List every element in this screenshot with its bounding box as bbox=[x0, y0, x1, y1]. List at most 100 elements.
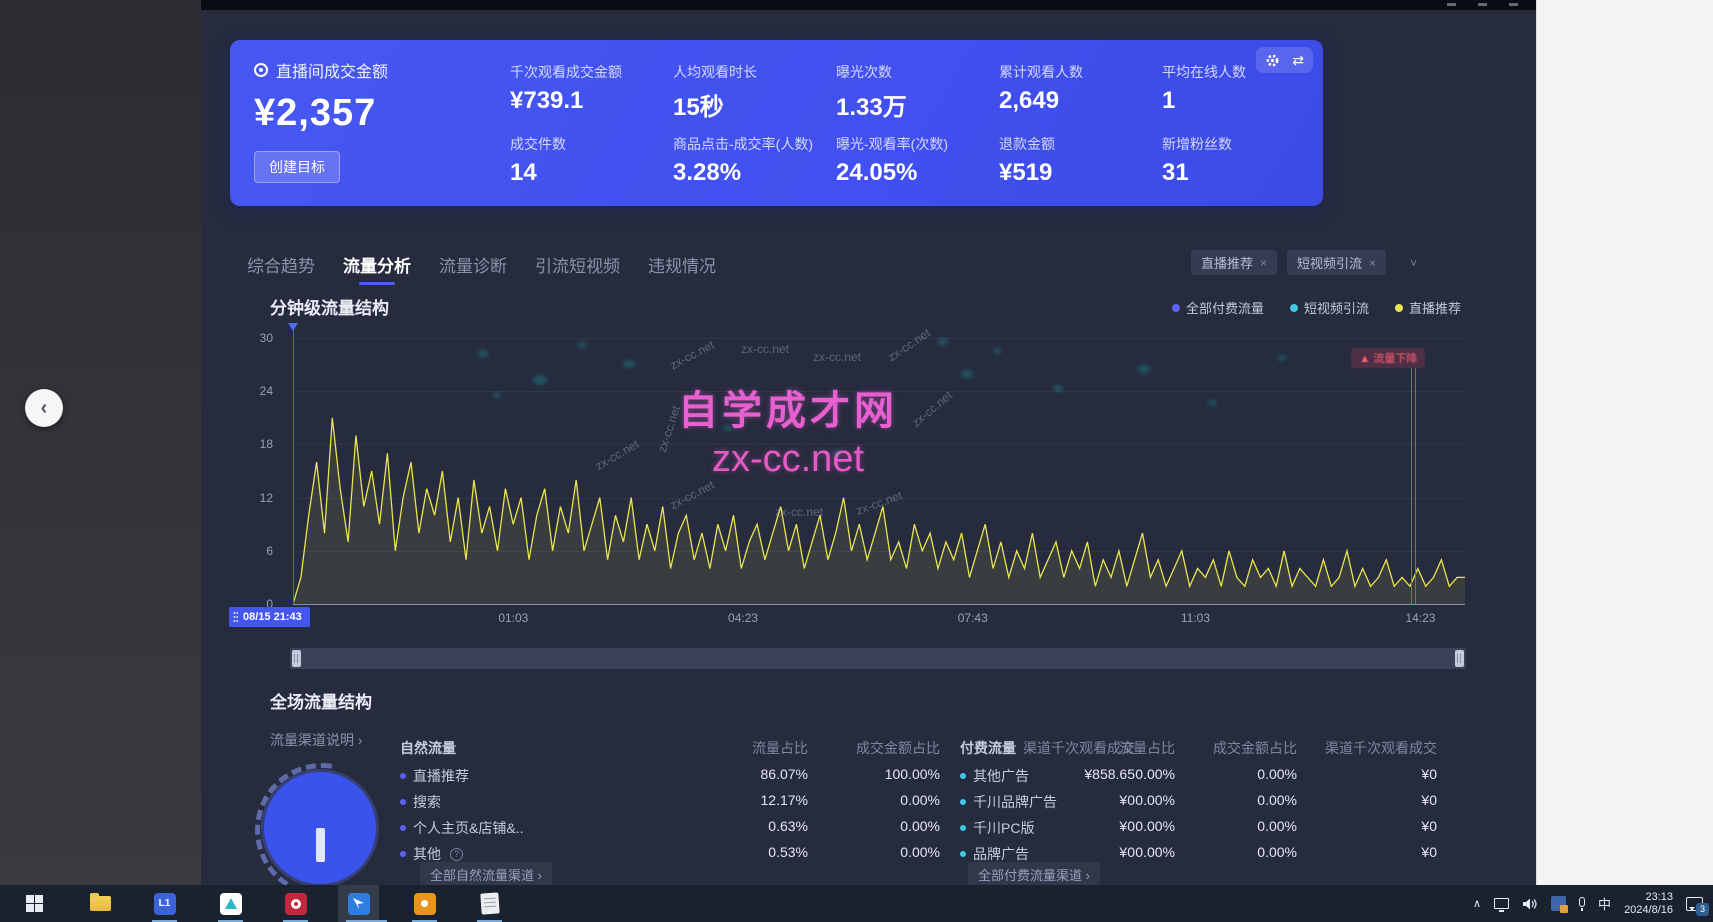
row-name: 其他? bbox=[400, 844, 463, 864]
start-button[interactable] bbox=[22, 891, 47, 916]
traffic-section-title: 全场流量结构 bbox=[270, 688, 372, 713]
x-tick-label: 14:23 bbox=[1405, 611, 1435, 625]
video-artifact bbox=[623, 360, 635, 368]
metric-cell: 新增粉丝数 31 bbox=[1162, 134, 1322, 187]
taskbar-app-red[interactable] bbox=[283, 891, 308, 916]
video-artifact bbox=[938, 338, 948, 345]
remove-tag-icon[interactable]: × bbox=[1260, 256, 1267, 270]
all-channels-link[interactable]: 全部自然流量渠道 › bbox=[420, 862, 552, 885]
table-row[interactable]: 个人主页&店铺&..0.63%0.00%¥0 bbox=[400, 818, 945, 838]
metric-label: 曝光次数 bbox=[836, 62, 996, 82]
taskbar-app-pointer[interactable] bbox=[346, 891, 371, 916]
metric-value: 31 bbox=[1162, 159, 1322, 187]
red-ring-app-icon bbox=[285, 893, 307, 915]
tab-流量分析[interactable]: 流量分析 bbox=[343, 252, 411, 285]
tray-expand-icon[interactable]: ∧ bbox=[1473, 897, 1481, 910]
network-icon[interactable] bbox=[1494, 898, 1509, 909]
chart-start-marker bbox=[293, 330, 294, 604]
y-tick-label: 24 bbox=[260, 384, 273, 398]
taskbar-app-orange[interactable] bbox=[412, 891, 437, 916]
system-tray: ∧ 中 23:13 2024/8/16 3 bbox=[1473, 885, 1713, 922]
metrics-summary-card: ⇄ 直播间成交金额 ¥2,357 创建目标 千次观看成交金额¥739.1人均观看… bbox=[230, 40, 1323, 206]
table-row[interactable]: 千川品牌广告0.00%0.00%¥0 bbox=[960, 792, 1450, 812]
legend-item[interactable]: 直播推荐 bbox=[1395, 298, 1461, 317]
metric-label: 千次观看成交金额 bbox=[510, 62, 670, 82]
tab-违规情况[interactable]: 违规情况 bbox=[648, 252, 716, 285]
window-titlebar bbox=[201, 0, 1536, 10]
metric-label: 商品点击-成交率(人数) bbox=[673, 134, 833, 154]
natural-traffic-table: 自然流量流量占比成交金额占比渠道千次观看成交直播推荐86.07%100.00%¥… bbox=[400, 730, 945, 882]
table-row[interactable]: 千川PC版0.00%0.00%¥0 bbox=[960, 818, 1450, 838]
table-row[interactable]: 其他?0.53%0.00%¥0 bbox=[400, 844, 945, 864]
create-goal-button[interactable]: 创建目标 bbox=[254, 151, 340, 183]
chart-start-time-tag[interactable]: 08/15 21:43 bbox=[229, 607, 310, 627]
minimize-icon[interactable] bbox=[1447, 3, 1456, 6]
y-tick-label: 12 bbox=[260, 491, 273, 505]
legend-item[interactable]: 全部付费流量 bbox=[1172, 298, 1264, 317]
metric-label: 新增粉丝数 bbox=[1162, 134, 1322, 154]
cell-value: 0.00% bbox=[770, 792, 940, 808]
video-artifact bbox=[478, 350, 488, 357]
all-channels-link[interactable]: 全部付费流量渠道 › bbox=[968, 862, 1100, 885]
traffic-minute-chart[interactable]: ▲ 流量下降自学成才网zx-cc.netzx-cc.netzx-cc.netzx… bbox=[293, 330, 1465, 606]
windows-taskbar: L1 ∧ 中 23:13 2024/8/16 3 bbox=[0, 885, 1713, 922]
taskbar-file-explorer[interactable] bbox=[88, 891, 113, 916]
table-header-row: 付费流量流量占比成交金额占比渠道千次观看成交 bbox=[960, 738, 1450, 758]
taskbar-clock[interactable]: 23:13 2024/8/16 bbox=[1624, 891, 1673, 917]
volume-icon[interactable] bbox=[1522, 897, 1538, 911]
table-row[interactable]: 品牌广告0.00%0.00%¥0 bbox=[960, 844, 1450, 864]
video-artifact bbox=[1208, 400, 1217, 406]
microphone-icon[interactable] bbox=[1579, 897, 1585, 907]
slider-right-handle[interactable] bbox=[1455, 650, 1464, 667]
tab-流量诊断[interactable]: 流量诊断 bbox=[439, 252, 507, 285]
taskbar-app-l1[interactable]: L1 bbox=[152, 891, 177, 916]
target-icon bbox=[254, 63, 268, 77]
remove-tag-icon[interactable]: × bbox=[1369, 256, 1376, 270]
right-side-panel bbox=[1536, 0, 1713, 885]
metric-label: 成交件数 bbox=[510, 134, 670, 154]
slider-left-handle[interactable] bbox=[292, 650, 301, 667]
tab-引流短视频[interactable]: 引流短视频 bbox=[535, 252, 620, 285]
filter-tag[interactable]: 直播推荐× bbox=[1191, 250, 1277, 275]
channel-help-link[interactable]: 流量渠道说明 › bbox=[270, 730, 363, 750]
tab-综合趋势[interactable]: 综合趋势 bbox=[247, 252, 315, 285]
metric-label: 累计观看人数 bbox=[999, 62, 1159, 82]
tray-app-icon[interactable] bbox=[1551, 896, 1566, 911]
table-row[interactable]: 搜索12.17%0.00%¥0 bbox=[400, 792, 945, 812]
window-controls[interactable] bbox=[1447, 3, 1518, 6]
channel-dot bbox=[400, 773, 406, 779]
traffic-donut-chart[interactable] bbox=[264, 772, 376, 884]
metric-value: ¥519 bbox=[999, 159, 1159, 187]
teal-app-icon bbox=[220, 893, 242, 915]
metric-cell: 曝光-观看率(次数)24.05% bbox=[836, 134, 996, 187]
column-header: 成交金额占比 bbox=[770, 738, 940, 758]
annotation-lines bbox=[1411, 368, 1417, 604]
row-name: 直播推荐 bbox=[400, 766, 469, 786]
close-icon[interactable] bbox=[1509, 3, 1518, 6]
channel-dot bbox=[960, 825, 966, 831]
chart-section-title: 分钟级流量结构 bbox=[270, 294, 389, 319]
maximize-icon[interactable] bbox=[1478, 3, 1487, 6]
table-row[interactable]: 直播推荐86.07%100.00%¥858.65 bbox=[400, 766, 945, 786]
primary-metric-value: ¥2,357 bbox=[254, 92, 504, 135]
filter-tag[interactable]: 短视频引流× bbox=[1287, 250, 1386, 275]
ime-indicator[interactable]: 中 bbox=[1598, 894, 1611, 913]
back-button[interactable]: ‹ bbox=[25, 389, 63, 427]
chevron-down-icon[interactable]: ˅ bbox=[1410, 256, 1417, 270]
taskbar-app-notepad[interactable] bbox=[477, 891, 502, 916]
metric-cell: 累计观看人数2,649 bbox=[999, 62, 1159, 115]
channel-dot bbox=[400, 825, 406, 831]
notification-center-icon[interactable]: 3 bbox=[1686, 897, 1703, 911]
table-row[interactable]: 其他广告0.00%0.00%¥0 bbox=[960, 766, 1450, 786]
taskbar-app-teal[interactable] bbox=[218, 891, 243, 916]
annotation-badge[interactable]: ▲ 流量下降 bbox=[1351, 348, 1425, 368]
channel-dot bbox=[960, 773, 966, 779]
screen: ‹ ⇄ 直播间成交金额 ¥2,357 创建目标 bbox=[0, 0, 1713, 922]
chart-range-slider[interactable] bbox=[290, 648, 1466, 669]
metric-label: 曝光-观看率(次数) bbox=[836, 134, 996, 154]
legend-item[interactable]: 短视频引流 bbox=[1290, 298, 1369, 317]
info-icon[interactable]: ? bbox=[450, 848, 463, 861]
legend-label: 短视频引流 bbox=[1304, 298, 1369, 317]
chevron-left-icon: ‹ bbox=[41, 397, 48, 420]
channel-dot bbox=[400, 851, 406, 857]
